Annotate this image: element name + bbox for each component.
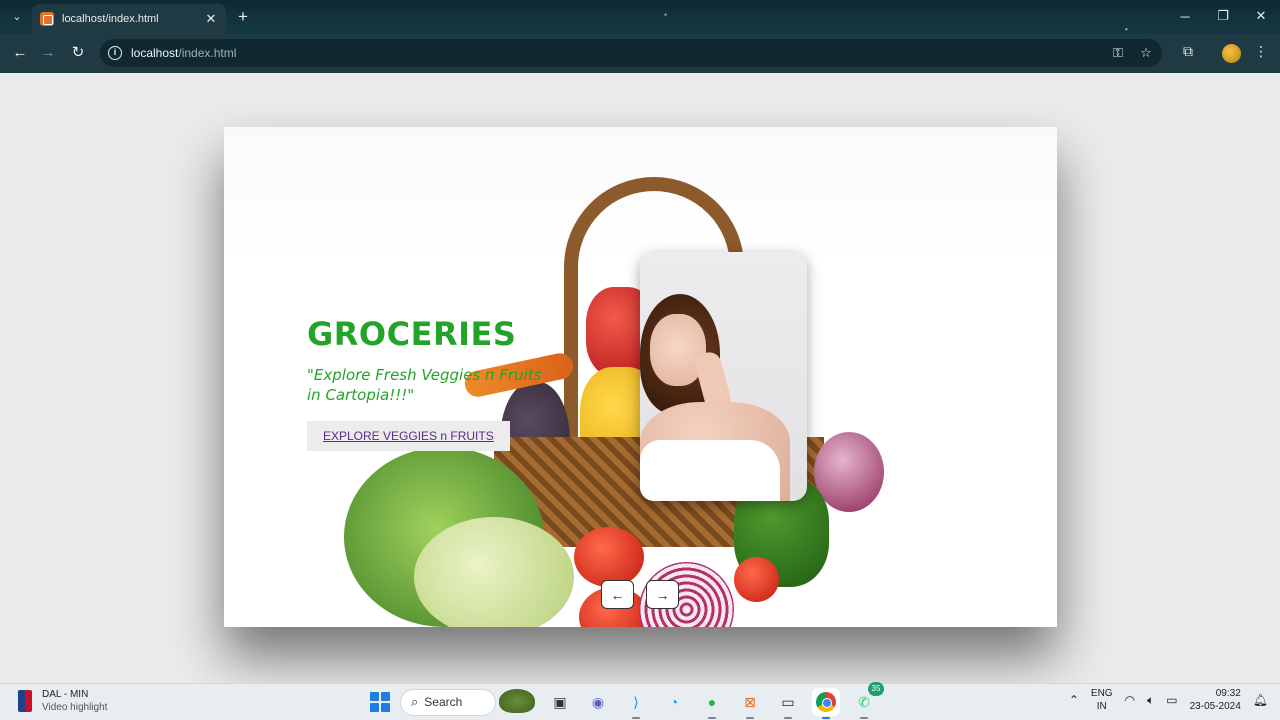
windows-taskbar: DAL - MIN Video highlight ⌕ Search ▣ ◉ ⟩…: [0, 682, 1280, 720]
forward-arrow-icon[interactable]: →: [38, 43, 58, 63]
xampp-favicon-icon: [40, 12, 54, 26]
portrait-dress: [640, 440, 780, 501]
volume-icon[interactable]: 🔈︎: [1147, 693, 1154, 708]
search-placeholder: Search: [424, 695, 463, 709]
xampp-icon[interactable]: ⊠: [736, 688, 764, 719]
widget-text: DAL - MIN Video highlight: [42, 688, 107, 714]
running-indicator: [632, 717, 640, 719]
clock[interactable]: 09:32 23-05-2024: [1190, 687, 1241, 713]
menu-kebab-icon[interactable]: ⋮: [1254, 43, 1268, 60]
nba-logo-icon: [18, 690, 32, 712]
wifi-icon[interactable]: ◠: [1125, 693, 1135, 707]
running-indicator: [708, 717, 716, 719]
back-arrow-icon[interactable]: ←: [10, 43, 30, 63]
extensions-puzzle-icon[interactable]: ⧉: [1179, 43, 1197, 60]
clock-time: 09:32: [1215, 688, 1241, 699]
chevron-up-icon[interactable]: ⌃: [1069, 693, 1079, 707]
notification-bell-icon[interactable]: 🔔︎: [1253, 693, 1268, 707]
next-slide-preview-card[interactable]: [640, 252, 807, 501]
clock-date: 23-05-2024: [1189, 701, 1241, 712]
tab-strip: ⌄ localhost/index.html ✕ + ─ ❐ ✕: [0, 0, 1280, 34]
url-path: /index.html: [178, 46, 237, 60]
task-view-icon[interactable]: ▣: [546, 688, 574, 716]
whatsapp-icon[interactable]: ✆ 35: [850, 682, 884, 719]
reload-icon[interactable]: ↻: [68, 43, 88, 63]
profile-avatar[interactable]: [1222, 44, 1241, 63]
browser-toolbar: ← → ↻ i localhost/index.html ⚿ ☆ ⧉ ⋮: [0, 34, 1280, 73]
password-key-icon[interactable]: ⚿: [1110, 44, 1126, 62]
url-host: localhost: [131, 46, 179, 60]
terminal-icon[interactable]: ▭: [774, 688, 802, 719]
search-highlight-turtle-icon: [499, 688, 535, 713]
language-indicator[interactable]: ENG IN: [1091, 687, 1113, 713]
hero-text-block: GROCERIES "Explore Fresh Veggies n Fruit…: [307, 315, 547, 451]
language-primary: ENG: [1090, 688, 1113, 699]
windows-start-icon[interactable]: [370, 692, 390, 712]
hero-slider: GROCERIES "Explore Fresh Veggies n Fruit…: [224, 127, 1057, 627]
slider-arrows: ← →: [601, 580, 679, 609]
taskbar-search[interactable]: ⌕ Search: [400, 688, 535, 716]
vscode-icon[interactable]: ⟩: [622, 688, 650, 719]
language-secondary: IN: [1096, 701, 1107, 712]
whatsapp-badge: 35: [868, 682, 884, 696]
news-widget[interactable]: DAL - MIN Video highlight: [18, 688, 107, 714]
chrome-icon[interactable]: [812, 688, 840, 719]
tab-active[interactable]: localhost/index.html ✕: [32, 4, 226, 34]
tomato: [574, 527, 644, 587]
site-info-icon[interactable]: i: [108, 46, 122, 60]
browser-chrome: ⌄ localhost/index.html ✕ + ─ ❐ ✕ ← → ↻ i…: [0, 0, 1280, 73]
tab-title: localhost/index.html: [62, 13, 159, 25]
page-viewport: GROCERIES "Explore Fresh Veggies n Fruit…: [0, 73, 1280, 683]
cabbage: [414, 517, 574, 627]
running-indicator: [746, 717, 754, 719]
hero-subtitle: "Explore Fresh Veggies n Fruits in Carto…: [307, 366, 542, 404]
spotify-icon[interactable]: ●: [698, 688, 726, 719]
taskbar-pinned-apps: ⌕ Search ▣ ◉ ⟩ ◔ ● ⊠ ▭ ✆ 35: [370, 682, 884, 719]
next-slide-button[interactable]: →: [646, 580, 679, 609]
chrome-logo-icon: [816, 692, 836, 712]
running-indicator: [784, 717, 792, 719]
restore-button[interactable]: ❐: [1204, 0, 1242, 32]
minimize-button[interactable]: ─: [1166, 0, 1204, 32]
bookmark-star-icon[interactable]: ☆: [1138, 44, 1154, 62]
battery-icon[interactable]: ▭: [1166, 693, 1177, 707]
tab-search-chevron-icon[interactable]: ⌄: [8, 8, 26, 26]
edge-icon[interactable]: ◔: [660, 688, 688, 716]
widget-subtitle: Video highlight: [42, 702, 108, 713]
tomato: [734, 557, 779, 602]
window-controls: ─ ❐ ✕: [1166, 0, 1280, 32]
prev-slide-button[interactable]: ←: [601, 580, 634, 609]
new-tab-button[interactable]: +: [234, 7, 252, 27]
explore-button[interactable]: EXPLORE VEGGIES n FRUITS: [307, 421, 510, 451]
omnibox-actions: ⚿ ☆: [1110, 44, 1154, 62]
search-icon: ⌕: [411, 694, 419, 709]
tab-close-icon[interactable]: ✕: [204, 11, 218, 27]
hero-title: GROCERIES: [307, 315, 517, 353]
running-indicator: [822, 717, 830, 719]
address-bar[interactable]: i localhost/index.html ⚿ ☆: [100, 39, 1162, 67]
running-indicator: [860, 717, 868, 719]
widget-title: DAL - MIN: [42, 689, 89, 700]
teams-chat-icon[interactable]: ◉: [584, 688, 612, 716]
close-window-button[interactable]: ✕: [1242, 0, 1280, 32]
system-tray: ⌃ ENG IN ◠ 🔈︎ ▭ 09:32 23-05-2024 🔔︎: [1069, 687, 1268, 713]
